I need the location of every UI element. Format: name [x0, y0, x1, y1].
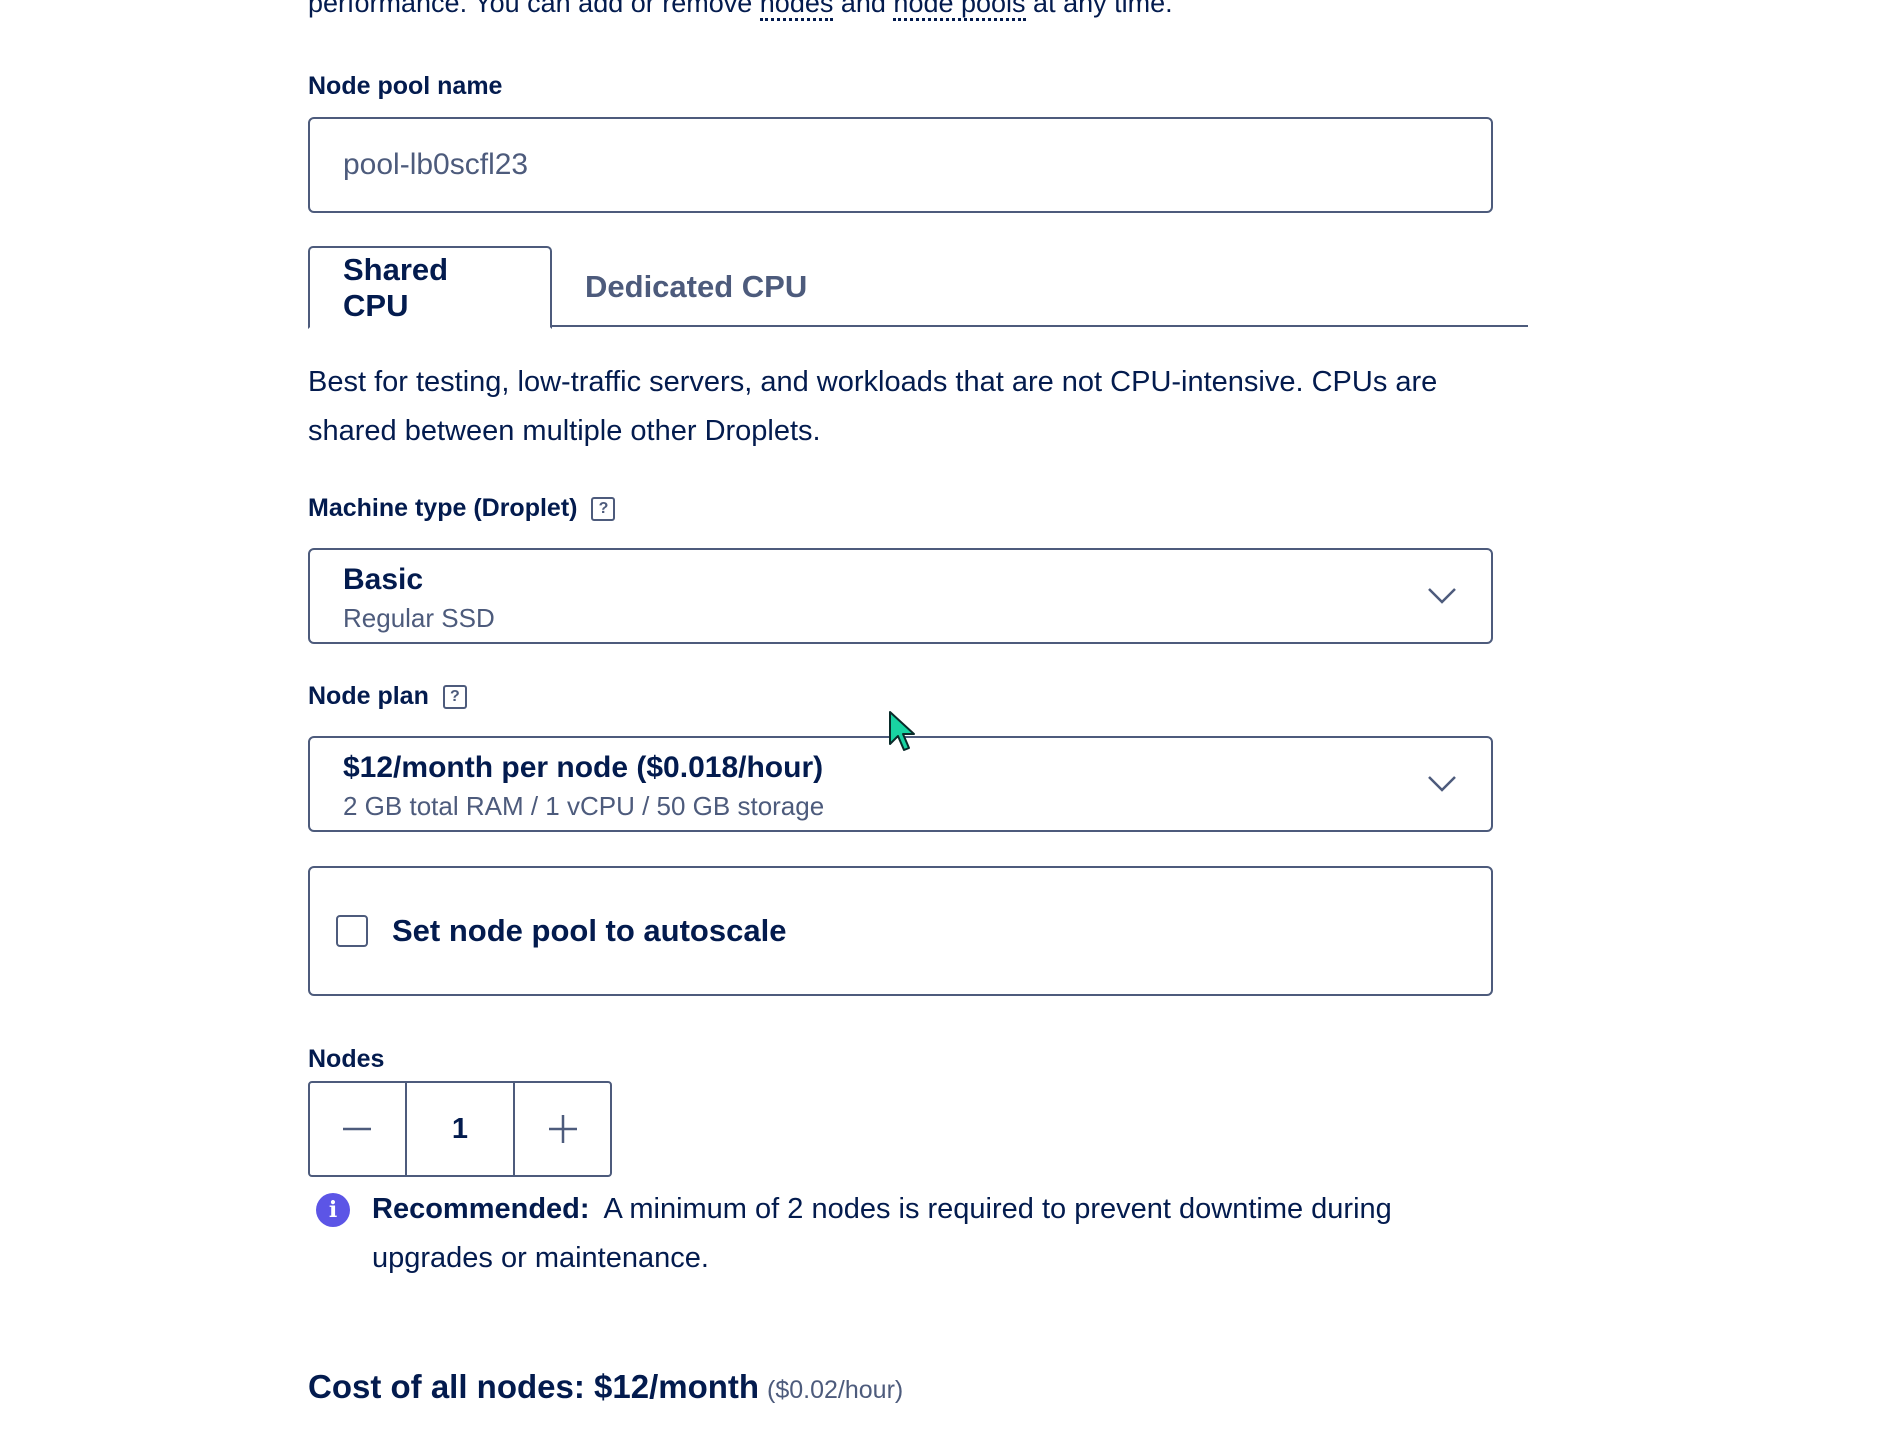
node-pools-link[interactable]: node pools	[893, 0, 1026, 21]
info-icon: i	[316, 1193, 350, 1227]
tab-dedicated-cpu[interactable]: Dedicated CPU	[552, 246, 840, 327]
intro-suffix: at any time.	[1025, 0, 1173, 18]
intro-prefix: performance. You can add or remove	[308, 0, 760, 18]
chevron-down-icon	[1428, 776, 1456, 792]
node-plan-label: Node plan ?	[308, 682, 467, 711]
node-plan-subtitle: 2 GB total RAM / 1 vCPU / 50 GB storage	[343, 791, 825, 821]
mouse-cursor-icon	[889, 711, 915, 751]
nodes-stepper: 1	[308, 1081, 612, 1177]
machine-type-subtitle: Regular SSD	[343, 603, 495, 633]
plus-icon	[548, 1115, 577, 1143]
cost-total: Cost of all nodes: $12/month	[308, 1368, 760, 1405]
nodes-label-text: Nodes	[308, 1045, 385, 1073]
intro-middle: and	[833, 0, 894, 18]
tab-shared-cpu[interactable]: Shared CPU	[308, 246, 552, 329]
node-pool-name-input[interactable]	[308, 117, 1493, 213]
nodes-link[interactable]: nodes	[759, 0, 834, 21]
nodes-label: Nodes	[308, 1045, 384, 1074]
machine-type-label: Machine type (Droplet) ?	[308, 494, 616, 523]
recommendation-text: Recommended: A minimum of 2 nodes is requ…	[372, 1185, 1506, 1283]
minus-icon	[343, 1127, 372, 1131]
recommendation-title: Recommended:	[372, 1193, 590, 1225]
help-icon[interactable]: ?	[442, 684, 467, 709]
intro-text: performance. You can add or remove nodes…	[308, 0, 1173, 21]
cpu-tabs: Shared CPU Dedicated CPU	[308, 246, 1528, 329]
autoscale-option[interactable]: Set node pool to autoscale	[308, 866, 1493, 996]
chevron-down-icon	[1428, 588, 1456, 604]
cost-summary: Cost of all nodes: $12/month ($0.02/hour…	[308, 1368, 903, 1406]
decrement-button[interactable]	[310, 1083, 405, 1175]
page: performance. You can add or remove nodes…	[0, 0, 1903, 1440]
autoscale-checkbox[interactable]	[336, 915, 368, 947]
machine-type-label-text: Machine type (Droplet)	[308, 494, 578, 522]
machine-type-select[interactable]: Basic Regular SSD	[308, 548, 1493, 644]
node-pool-name-label-text: Node pool name	[308, 72, 503, 100]
tab-description: Best for testing, low-traffic servers, a…	[308, 366, 1438, 447]
recommendation-notice: i Recommended: A minimum of 2 nodes is re…	[316, 1185, 1506, 1283]
machine-type-selected: Basic	[343, 563, 424, 596]
node-plan-selected: $12/month per node ($0.018/hour)	[343, 751, 824, 784]
cost-hourly: ($0.02/hour)	[767, 1376, 904, 1404]
help-icon[interactable]: ?	[591, 496, 616, 521]
autoscale-label: Set node pool to autoscale	[392, 913, 787, 948]
increment-button[interactable]	[515, 1083, 610, 1175]
nodes-count[interactable]: 1	[404, 1083, 516, 1175]
node-pool-name-label: Node pool name	[308, 72, 502, 101]
node-plan-label-text: Node plan	[308, 682, 429, 710]
